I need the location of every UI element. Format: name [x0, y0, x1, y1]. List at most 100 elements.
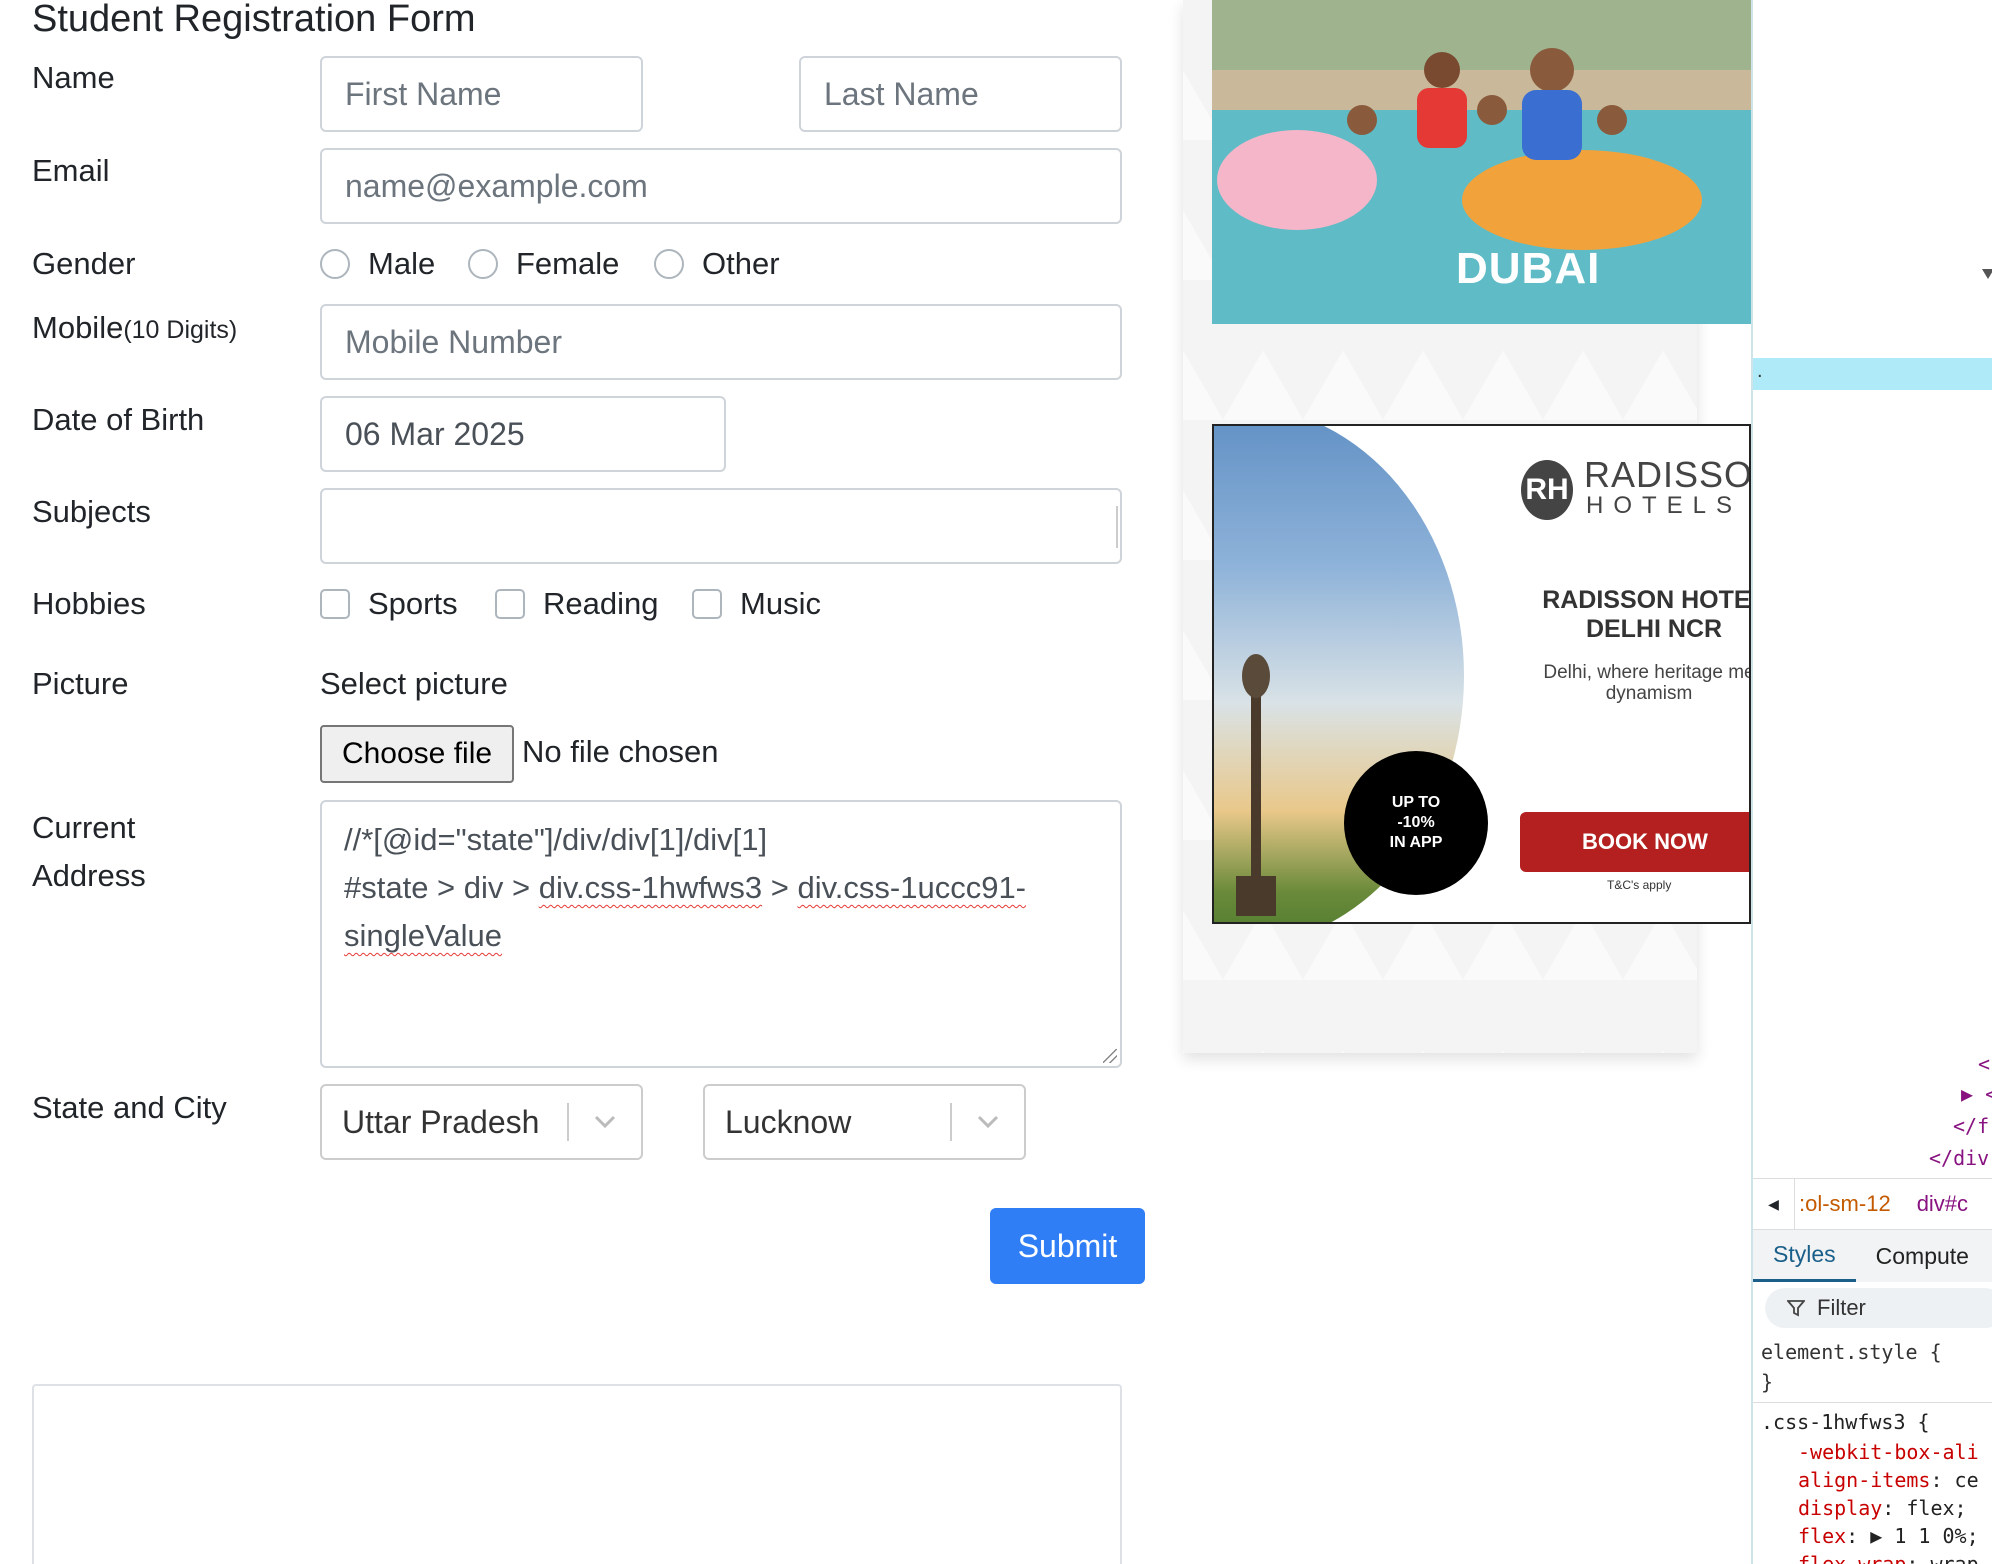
selected-node-highlight[interactable]: .	[1753, 358, 1992, 390]
checkbox-box[interactable]	[495, 589, 525, 619]
tab-computed[interactable]: Compute	[1856, 1243, 1989, 1270]
picture-label: Picture	[32, 666, 129, 701]
book-now-button[interactable]: BOOK NOW	[1520, 812, 1749, 872]
prop-value: ce	[1954, 1468, 1979, 1492]
mobile-label: Mobile(10 Digits)	[32, 310, 237, 346]
email-input[interactable]: name@example.com	[320, 148, 1122, 224]
tab-styles[interactable]: Styles	[1753, 1230, 1856, 1282]
hobby-checkbox-reading[interactable]: Reading	[495, 586, 658, 622]
no-file-text: No file chosen	[522, 734, 719, 769]
devtools-panel: . < ▶ < </f </div ◀ :ol-sm-12 div#c Styl…	[1751, 0, 1992, 1564]
breadcrumb-item[interactable]: :ol-sm-12	[1799, 1191, 1891, 1217]
address-line-2-word2: div.css-1uccc91-	[797, 870, 1027, 905]
checkbox-box[interactable]	[692, 589, 722, 619]
radio-circle[interactable]	[320, 249, 350, 279]
styles-tabs: Styles Compute	[1753, 1230, 1992, 1282]
dom-line-4[interactable]: </div	[1929, 1146, 1989, 1170]
style-element-open: element.style {	[1761, 1340, 1942, 1364]
state-value: Uttar Pradesh	[342, 1103, 540, 1140]
dubai-logo-text: DUBAI	[1456, 244, 1601, 293]
radisson-desc: Delhi, where heritage me dynamism	[1499, 662, 1751, 704]
dob-label: Date of Birth	[32, 402, 205, 437]
hobbies-label: Hobbies	[32, 586, 146, 621]
discount-badge: UP TO -10% IN APP	[1344, 751, 1488, 895]
radisson-logo-icon: RH	[1521, 460, 1573, 520]
style-selector[interactable]: .css-1hwfws3 {	[1761, 1410, 1930, 1434]
radisson-ad[interactable]: UP TO -10% IN APP RH RADISSON HOTELS RAD…	[1212, 424, 1751, 924]
address-label-line2: Address	[32, 858, 146, 893]
radio-label: Female	[516, 246, 620, 281]
dom-line-3[interactable]: </f	[1953, 1114, 1989, 1138]
radisson-desc-line1: Delhi, where heritage me	[1543, 662, 1751, 683]
radisson-title-line1: RADISSON HOTEL	[1542, 586, 1751, 614]
last-name-input[interactable]: Last Name	[799, 56, 1122, 132]
filter-label: Filter	[1817, 1295, 1866, 1320]
choose-file-button[interactable]: Choose file	[320, 725, 514, 783]
first-name-input[interactable]: First Name	[320, 56, 643, 132]
address-line-2-word1: div.css-1hwfws3	[538, 870, 763, 905]
gender-radio-female[interactable]: Female	[468, 246, 619, 282]
output-box	[32, 1384, 1122, 1564]
prop-name: flex-wrap	[1798, 1552, 1907, 1564]
style-divider	[1753, 1402, 1992, 1403]
radisson-desc-line2: dynamism	[1605, 683, 1693, 704]
address-label: Current Address	[32, 804, 146, 900]
style-prop-3[interactable]: display: flex;	[1798, 1496, 1967, 1520]
badge-line-3: IN APP	[1389, 834, 1443, 851]
dob-input[interactable]: 06 Mar 2025	[320, 396, 726, 472]
prop-value: flex;	[1906, 1496, 1967, 1520]
address-line-2-prefix: #state > div >	[344, 870, 539, 905]
tc-text: T&C's apply	[1607, 878, 1672, 892]
hobby-checkbox-music[interactable]: Music	[692, 586, 821, 622]
chevron-down-icon[interactable]	[952, 1114, 1024, 1130]
radio-circle[interactable]	[468, 249, 498, 279]
badge-line-1: UP TO	[1391, 794, 1441, 811]
mobile-input[interactable]: Mobile Number	[320, 304, 1122, 380]
mobile-label-suffix: (10 Digits)	[123, 316, 238, 344]
form-title: Student Registration Form	[32, 0, 476, 40]
gender-radio-other[interactable]: Other	[654, 246, 780, 282]
city-select[interactable]: Lucknow	[703, 1084, 1026, 1160]
style-prop-2[interactable]: align-items: ce	[1798, 1468, 1979, 1492]
radisson-brand: RADISSON	[1584, 454, 1751, 495]
filter-icon	[1787, 1300, 1805, 1317]
style-prop-1[interactable]: -webkit-box-ali	[1798, 1440, 1979, 1464]
radio-label: Male	[368, 246, 436, 281]
dom-line-1[interactable]: <	[1978, 1052, 1990, 1076]
dom-line-2[interactable]: ▶ <	[1961, 1082, 1992, 1106]
hobby-checkbox-sports[interactable]: Sports	[320, 586, 458, 622]
radio-circle[interactable]	[654, 249, 684, 279]
triangle-down-icon[interactable]	[1981, 268, 1992, 280]
address-line-2-mid: >	[762, 870, 798, 905]
subjects-input[interactable]	[320, 488, 1122, 564]
resize-grip-icon[interactable]	[1103, 1049, 1117, 1063]
name-label: Name	[32, 60, 115, 95]
address-line-3: singleValue	[344, 912, 1098, 960]
chevron-down-icon[interactable]	[569, 1114, 641, 1130]
prop-name: display	[1798, 1496, 1883, 1520]
style-prop-4[interactable]: flex: ▶ 1 1 0%;	[1798, 1524, 1979, 1548]
gender-label: Gender	[32, 246, 136, 281]
gender-radio-male[interactable]: Male	[320, 246, 435, 282]
checkbox-label: Reading	[543, 586, 659, 621]
state-city-label: State and City	[32, 1090, 227, 1125]
mobile-label-text: Mobile	[32, 310, 124, 345]
styles-filter-input[interactable]: Filter	[1765, 1288, 1992, 1328]
current-address-textarea[interactable]: //*[@id="state"]/div/div[1]/div[1] #stat…	[320, 800, 1122, 1068]
state-select[interactable]: Uttar Pradesh	[320, 1084, 643, 1160]
checkbox-label: Music	[740, 586, 821, 621]
radisson-sub: HOTELS	[1586, 492, 1743, 519]
radio-label: Other	[702, 246, 780, 281]
subjects-label: Subjects	[32, 494, 151, 529]
address-line-3-word: singleValue	[344, 918, 502, 953]
checkbox-box[interactable]	[320, 589, 350, 619]
prop-name: align-items	[1798, 1468, 1931, 1492]
dom-breadcrumb: ◀ :ol-sm-12 div#c	[1753, 1178, 1992, 1230]
dubai-ad[interactable]: DUBAI	[1212, 0, 1751, 324]
email-label: Email	[32, 153, 110, 188]
style-prop-5[interactable]: flex-wrap: wrap	[1798, 1552, 1979, 1564]
chevron-left-icon[interactable]: ◀	[1753, 1178, 1795, 1230]
submit-button[interactable]: Submit	[990, 1208, 1145, 1284]
breadcrumb-item[interactable]: div#c	[1917, 1191, 1968, 1217]
style-element-close: }	[1761, 1370, 1774, 1394]
